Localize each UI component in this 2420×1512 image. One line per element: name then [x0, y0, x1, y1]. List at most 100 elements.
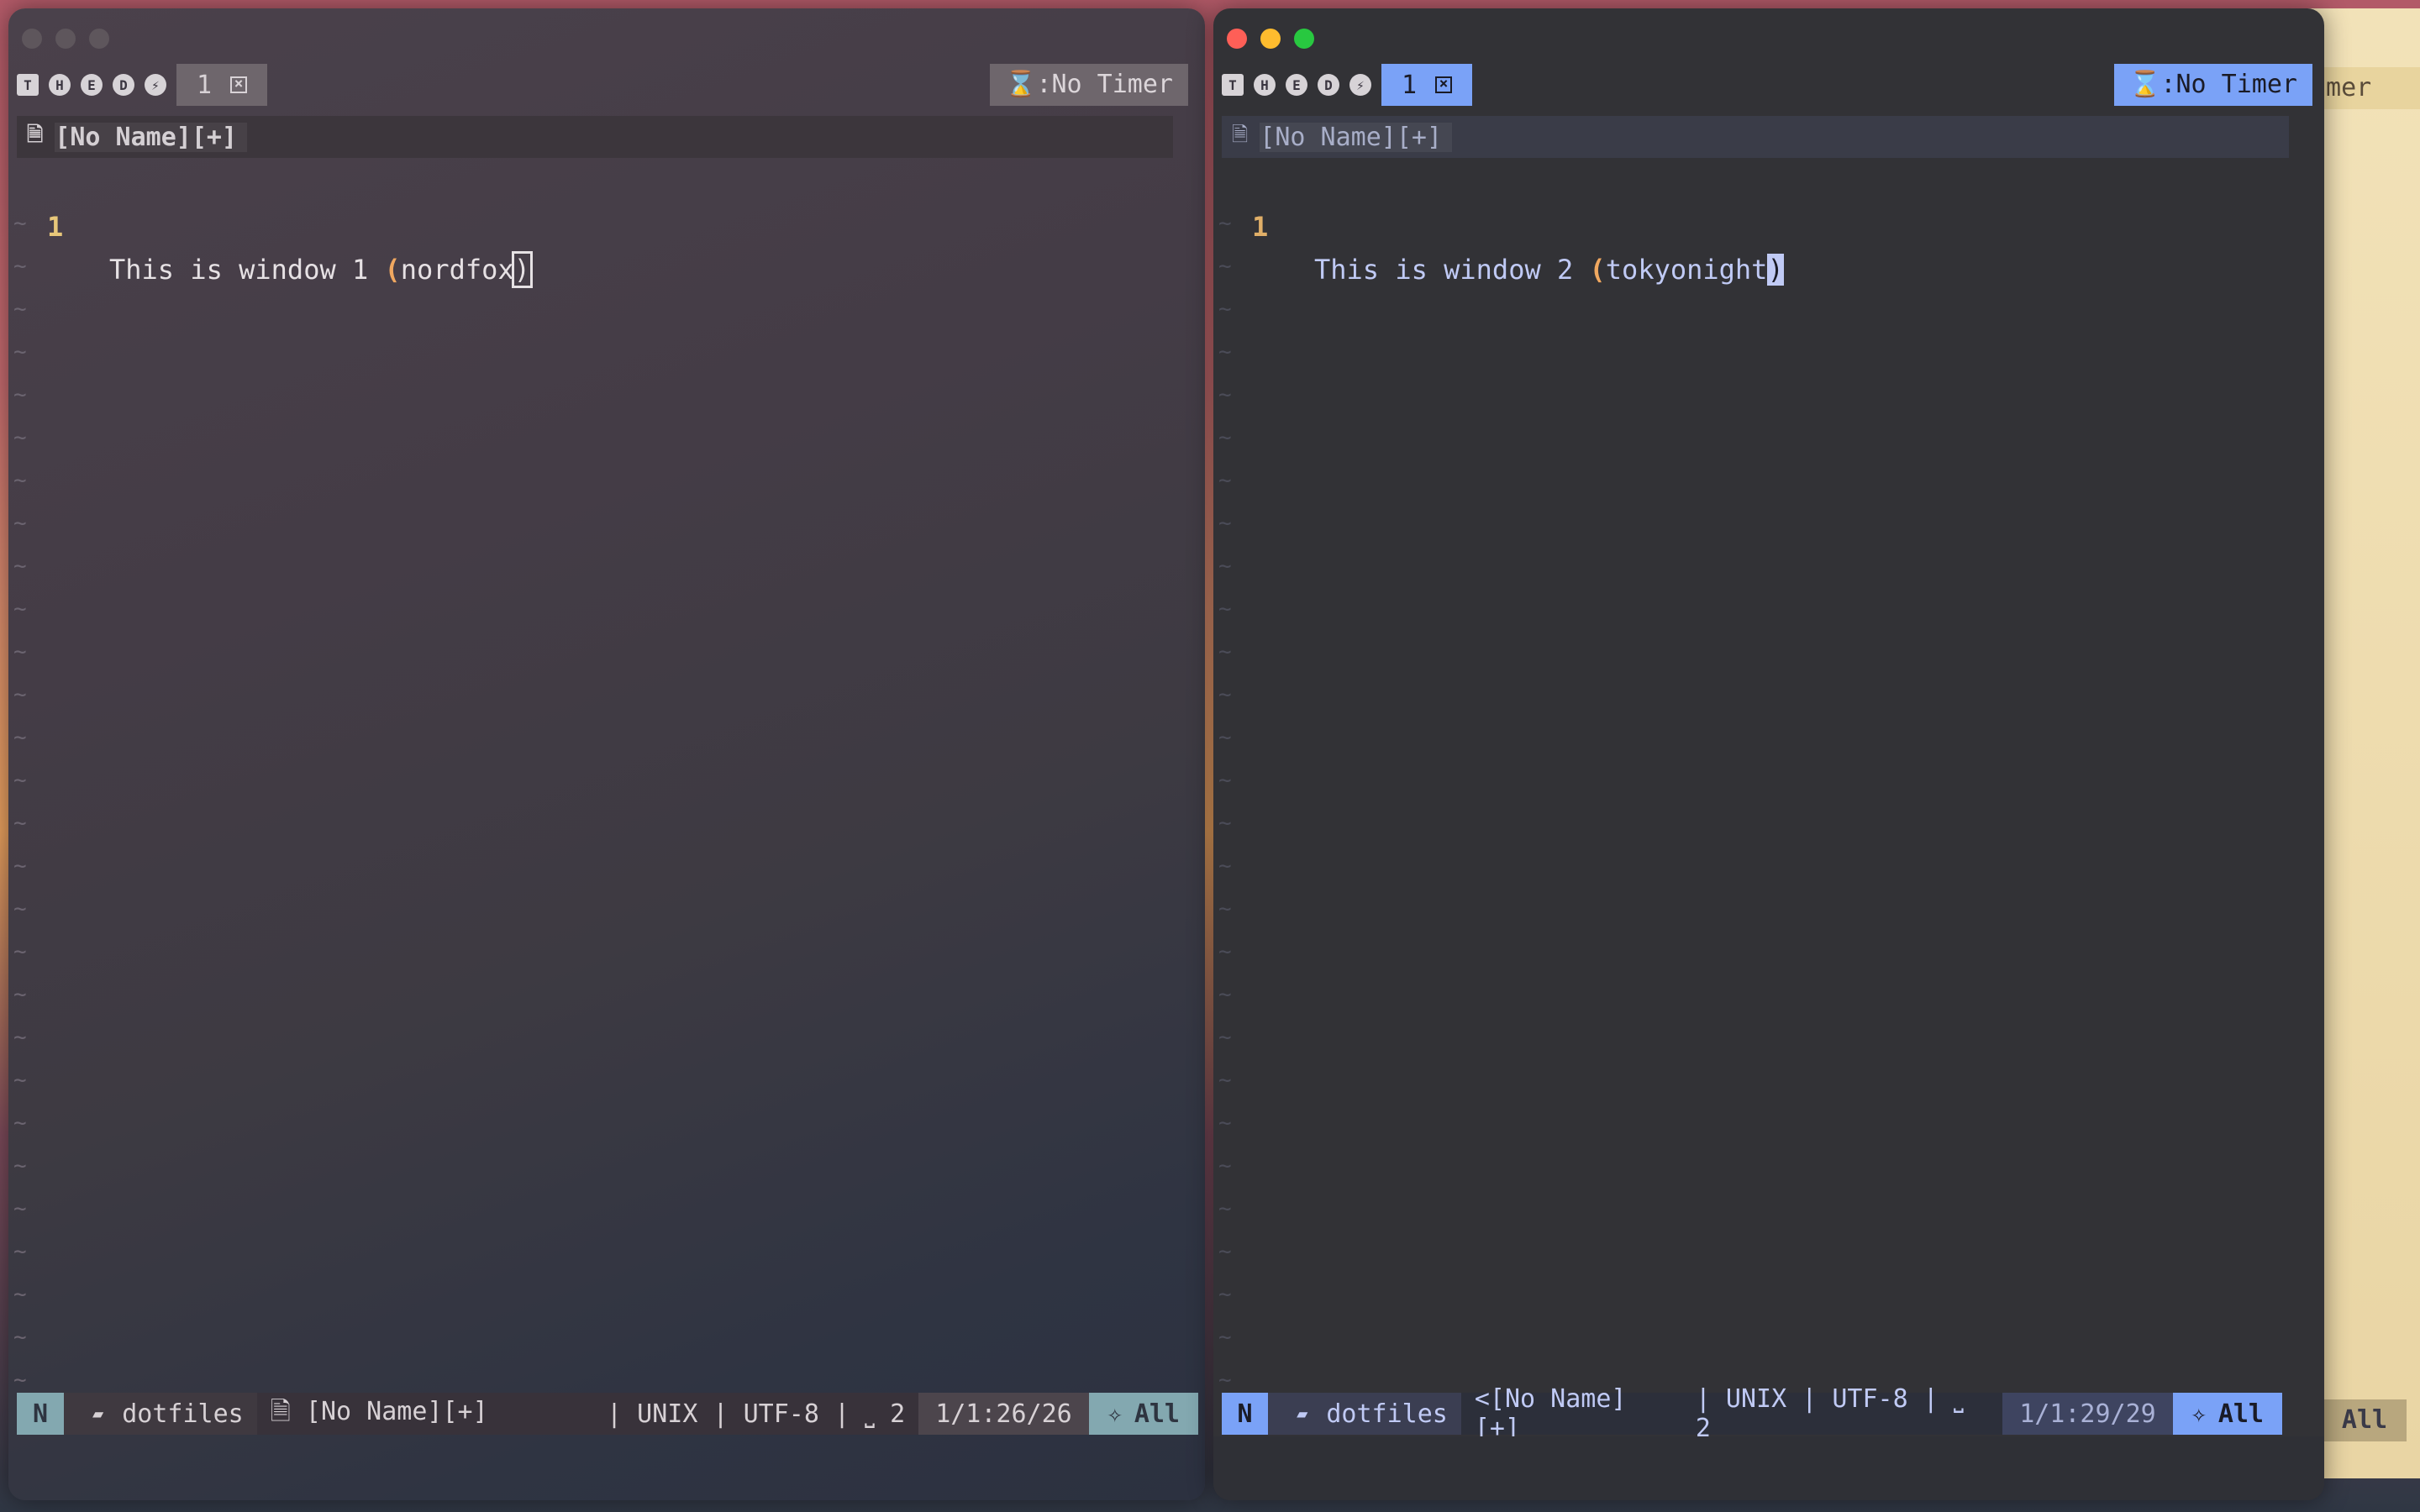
editor-buffer[interactable]: 1 This is window 2 (tokyonight) ~ ~ ~ ~ ~ ~ ~ ~…: [1213, 163, 2324, 1393]
statusline: N ▰ dotfiles 🗎 [No Name][+] | UNIX | UTF…: [17, 1393, 1198, 1435]
empty-line-tilde: ~: [1218, 596, 1232, 622]
directory-segment: ▰ dotfiles: [64, 1393, 257, 1435]
winbar-title: [No Name][+]: [1260, 122, 1453, 152]
terminal-window-1[interactable]: T H E D ⚡ 1 × ⌛:No Timer 🗎 [No Name][+] …: [8, 8, 1205, 1500]
line-text[interactable]: This is window 1 (nordfox): [109, 249, 533, 291]
empty-line-tilde: ~: [1218, 682, 1232, 707]
buffer-line[interactable]: 1 This is window 1 (nordfox): [8, 163, 1205, 288]
empty-line-tilde: ~: [13, 639, 27, 664]
empty-line-tilde: ~: [1218, 1196, 1232, 1221]
folder-icon: ▰: [92, 1403, 104, 1425]
mode-indicator: N: [1222, 1393, 1269, 1435]
empty-line-tilde: ~: [1218, 896, 1232, 921]
tab-icon-h: H: [49, 74, 71, 96]
scroll-position: All: [2217, 1399, 2264, 1429]
empty-line-tilde: ~: [13, 1025, 27, 1050]
tab-icon-h: H: [1254, 74, 1276, 96]
tab-icon-e: E: [81, 74, 103, 96]
line-number: 1: [47, 211, 64, 243]
empty-line-tilde: ~: [1218, 811, 1232, 836]
text-cursor: ): [1767, 254, 1784, 286]
tab-icon-t: T: [17, 74, 39, 96]
empty-line-tilde: ~: [13, 254, 27, 279]
empty-line-tilde: ~: [1218, 1068, 1232, 1093]
tabline: T H E D ⚡ 1 ×: [17, 64, 268, 106]
line-number: 1: [1252, 211, 1269, 243]
tab-number: 1: [1402, 70, 1418, 100]
empty-line-tilde: ~: [13, 596, 27, 622]
empty-line-tilde: ~: [13, 1196, 27, 1221]
empty-line-tilde: ~: [1218, 382, 1232, 407]
title-bar[interactable]: [1213, 8, 2324, 62]
file-segment: <[No Name][+]: [1474, 1384, 1627, 1443]
close-tab-icon[interactable]: ×: [1435, 76, 1453, 93]
scroll-segment: ✧ All: [1088, 1393, 1198, 1435]
empty-line-tilde: ~: [1218, 554, 1232, 579]
minimize-window-button[interactable]: [55, 29, 76, 49]
tab-1[interactable]: 1 ×: [176, 64, 268, 106]
scroll-position: All: [1134, 1399, 1180, 1429]
empty-line-tilde: ~: [13, 211, 27, 236]
tab-icon-d: D: [113, 74, 134, 96]
minimize-window-button[interactable]: [1260, 29, 1281, 49]
directory-name: dotfiles: [1326, 1399, 1448, 1429]
winbar-title: [No Name][+]: [55, 122, 248, 152]
statusline: N ▰ dotfiles <[No Name][+] | UNIX | UTF-…: [1222, 1384, 2282, 1443]
empty-line-tilde: ~: [13, 811, 27, 836]
empty-line-tilde: ~: [13, 896, 27, 921]
tab-icon-e: E: [1286, 74, 1307, 96]
empty-line-tilde: ~: [1218, 425, 1232, 450]
timer-status: ⌛:No Timer: [2114, 64, 2312, 106]
format-segment: | UNIX | UTF-8 | ⎵ 2: [1695, 1384, 1964, 1443]
empty-line-tilde: ~: [13, 768, 27, 793]
file-icon: 🗎: [1232, 122, 1249, 146]
empty-line-tilde: ~: [13, 1068, 27, 1093]
empty-line-tilde: ~: [13, 511, 27, 536]
directory-name: dotfiles: [122, 1399, 244, 1429]
empty-line-tilde: ~: [13, 425, 27, 450]
empty-line-tilde: ~: [13, 339, 27, 365]
empty-line-tilde: ~: [1218, 468, 1232, 493]
empty-line-tilde: ~: [13, 1110, 27, 1136]
tab-1[interactable]: 1 ×: [1381, 64, 1473, 106]
sparkle-icon: ✧: [1107, 1399, 1123, 1429]
empty-line-tilde: ~: [1218, 1239, 1232, 1264]
winbar: 🗎 [No Name][+]: [17, 116, 1173, 158]
lightning-icon: ⚡: [1349, 74, 1371, 96]
empty-line-tilde: ~: [13, 1368, 27, 1393]
background-scroll-peek: All: [2323, 1399, 2407, 1441]
folder-icon: ▰: [1297, 1403, 1308, 1425]
close-window-button[interactable]: [1227, 29, 1247, 49]
close-tab-icon[interactable]: ×: [230, 76, 248, 93]
empty-line-tilde: ~: [13, 468, 27, 493]
cursor-position: 1/1:26/26: [918, 1393, 1089, 1435]
empty-line-tilde: ~: [1218, 297, 1232, 322]
empty-line-tilde: ~: [1218, 211, 1232, 236]
title-bar[interactable]: [8, 8, 1205, 62]
file-icon: 🗎: [27, 122, 44, 146]
empty-line-tilde: ~: [1218, 853, 1232, 879]
empty-line-tilde: ~: [13, 1325, 27, 1350]
line-text[interactable]: This is window 2 (tokyonight): [1314, 249, 1784, 291]
empty-line-tilde: ~: [1218, 1025, 1232, 1050]
empty-line-tilde: ~: [1218, 725, 1232, 750]
timer-status: ⌛:No Timer: [990, 64, 1188, 106]
tab-icon-t: T: [1222, 74, 1244, 96]
terminal-window-2[interactable]: T H E D ⚡ 1 × ⌛:No Timer 🗎 [No Name][+] …: [1213, 8, 2324, 1500]
empty-line-tilde: ~: [1218, 982, 1232, 1007]
empty-line-tilde: ~: [1218, 768, 1232, 793]
scroll-segment: ✧ All: [2172, 1393, 2282, 1435]
sparkle-icon: ✧: [2191, 1399, 2207, 1429]
empty-line-tilde: ~: [13, 853, 27, 879]
empty-line-tilde: ~: [13, 297, 27, 322]
empty-line-tilde: ~: [13, 939, 27, 964]
empty-line-tilde: ~: [13, 1153, 27, 1179]
zoom-window-button[interactable]: [1294, 29, 1314, 49]
buffer-line[interactable]: 1 This is window 2 (tokyonight): [1213, 163, 2324, 286]
close-window-button[interactable]: [22, 29, 42, 49]
editor-buffer[interactable]: 1 This is window 1 (nordfox) ~ ~ ~ ~ ~ ~ ~ ~ ~ ~ ~…: [8, 163, 1205, 1393]
empty-line-tilde: ~: [13, 1239, 27, 1264]
command-line-area[interactable]: [1213, 1436, 2324, 1500]
zoom-window-button[interactable]: [89, 29, 109, 49]
tabline: T H E D ⚡ 1 ×: [1222, 64, 1473, 106]
